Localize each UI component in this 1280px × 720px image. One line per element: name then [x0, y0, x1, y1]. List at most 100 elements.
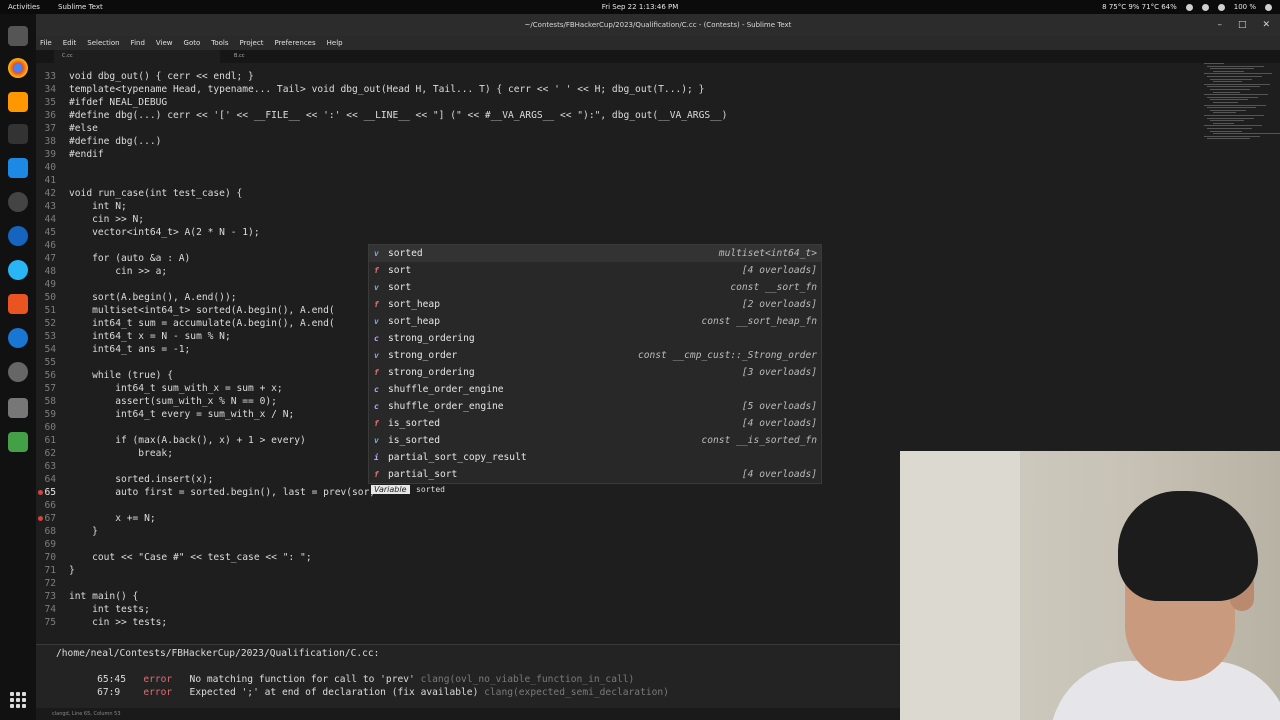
line-number[interactable]: 48 — [36, 265, 56, 278]
line-number[interactable]: 75 — [36, 616, 56, 629]
help-icon[interactable] — [8, 328, 28, 348]
volume-icon[interactable] — [1217, 3, 1225, 11]
line-number[interactable]: 57 — [36, 382, 56, 395]
maximize-icon[interactable]: □ — [1238, 14, 1247, 36]
network-icon[interactable] — [1201, 3, 1209, 11]
code-line[interactable]: cin >> a; — [69, 265, 167, 278]
code-line[interactable]: sort(A.begin(), A.end()); — [69, 291, 236, 304]
code-line[interactable]: sorted.insert(x); — [69, 473, 213, 486]
line-number[interactable]: 70 — [36, 551, 56, 564]
code-line[interactable]: } — [69, 564, 75, 577]
code-line[interactable]: #define dbg(...) — [69, 135, 161, 148]
power-icon[interactable] — [1265, 3, 1272, 11]
line-number[interactable]: 60 — [36, 421, 56, 434]
line-number[interactable]: 72 — [36, 577, 56, 590]
autocomplete-popup[interactable]: v sorted multiset<int64_t> f sort [4 overload… — [368, 244, 822, 484]
obs-icon[interactable] — [8, 362, 28, 382]
autocomplete-item[interactable]: f sort_heap [2 overloads] — [369, 296, 821, 313]
line-number[interactable]: 33 — [36, 70, 56, 83]
autocomplete-item[interactable]: f sort [4 overloads] — [369, 262, 821, 279]
line-number[interactable]: 74 — [36, 603, 56, 616]
line-number[interactable]: 36 — [36, 109, 56, 122]
code-line[interactable]: for (auto &a : A) — [69, 252, 190, 265]
line-number[interactable]: 56 — [36, 369, 56, 382]
chrome-tray-icon[interactable] — [1185, 3, 1193, 11]
menu-project[interactable]: Project — [240, 36, 264, 50]
vscode-icon[interactable] — [8, 158, 28, 178]
menu-preferences[interactable]: Preferences — [274, 36, 315, 50]
line-number[interactable]: 39 — [36, 148, 56, 161]
line-number[interactable]: 49 — [36, 278, 56, 291]
line-number[interactable]: 42 — [36, 187, 56, 200]
line-number[interactable]: 40 — [36, 161, 56, 174]
autocomplete-item[interactable]: v strong_order const __cmp_cust::_Strong_o… — [369, 347, 821, 364]
tab-b-cc[interactable]: B.cc — [226, 50, 382, 63]
autocomplete-item[interactable]: c strong_ordering — [369, 330, 821, 347]
line-number[interactable]: 46 — [36, 239, 56, 252]
line-number[interactable]: 68 — [36, 525, 56, 538]
line-number[interactable]: 71 — [36, 564, 56, 577]
code-line[interactable]: break; — [69, 447, 173, 460]
autocomplete-item[interactable]: v is_sorted const __is_sorted_fn — [369, 432, 821, 449]
minimap[interactable] — [1200, 63, 1280, 143]
line-number[interactable]: 44 — [36, 213, 56, 226]
drive-icon[interactable] — [8, 398, 28, 418]
code-line[interactable]: int64_t sum = accumulate(A.begin(), A.en… — [69, 317, 335, 330]
clock[interactable]: Fri Sep 22 1:13:46 PM — [0, 0, 1280, 14]
code-line[interactable]: void dbg_out() { cerr << endl; } — [69, 70, 254, 83]
autocomplete-item[interactable]: c shuffle_order_engine — [369, 381, 821, 398]
autocomplete-item[interactable]: i partial_sort_copy_result — [369, 449, 821, 466]
line-number[interactable]: 37 — [36, 122, 56, 135]
trash-icon[interactable] — [8, 432, 28, 452]
code-line[interactable]: int64_t every = sum_with_x / N; — [69, 408, 294, 421]
show-apps-icon[interactable] — [10, 692, 26, 708]
line-number[interactable]: 53 — [36, 330, 56, 343]
code-line[interactable]: auto first = sorted.begin(), last = prev… — [69, 486, 375, 499]
close-icon[interactable]: ✕ — [1262, 14, 1270, 36]
system-tray[interactable]: 8 75°C 9% 71°C 64% 100 % — [1102, 0, 1272, 14]
menu-help[interactable]: Help — [327, 36, 343, 50]
autocomplete-item[interactable]: v sort const __sort_fn — [369, 279, 821, 296]
line-number[interactable]: 35 — [36, 96, 56, 109]
code-line[interactable]: #else — [69, 122, 98, 135]
diagnostics-file[interactable]: /home/neal/Contests/FBHackerCup/2023/Qua… — [56, 647, 379, 660]
line-number[interactable]: 62 — [36, 447, 56, 460]
line-number[interactable]: 47 — [36, 252, 56, 265]
line-number[interactable]: 50 — [36, 291, 56, 304]
browser-icon[interactable] — [8, 226, 28, 246]
menu-find[interactable]: Find — [131, 36, 145, 50]
files-icon[interactable] — [8, 26, 28, 46]
autocomplete-item[interactable]: f partial_sort [4 overloads] — [369, 466, 821, 483]
line-number[interactable]: 51 — [36, 304, 56, 317]
code-line[interactable]: int N; — [69, 200, 127, 213]
code-line[interactable]: } — [69, 525, 98, 538]
code-line[interactable]: int64_t x = N - sum % N; — [69, 330, 231, 343]
line-number[interactable]: 41 — [36, 174, 56, 187]
code-line[interactable]: #endif — [69, 148, 104, 161]
diagnostic-row[interactable]: 67:9 error Expected ';' at end of declar… — [74, 673, 669, 698]
menu-selection[interactable]: Selection — [87, 36, 119, 50]
error-gutter-icon[interactable] — [38, 490, 43, 495]
line-number[interactable]: 54 — [36, 343, 56, 356]
code-line[interactable]: cin >> tests; — [69, 616, 167, 629]
line-number[interactable]: 73 — [36, 590, 56, 603]
code-line[interactable]: vector<int64_t> A(2 * N - 1); — [69, 226, 260, 239]
line-number[interactable]: 55 — [36, 356, 56, 369]
minimize-icon[interactable]: – — [1217, 14, 1222, 36]
code-line[interactable]: cout << "Case #" << test_case << ": "; — [69, 551, 312, 564]
code-line[interactable]: x += N; — [69, 512, 155, 525]
line-number[interactable]: 66 — [36, 499, 56, 512]
code-line[interactable]: int tests; — [69, 603, 150, 616]
error-gutter-icon[interactable] — [38, 516, 43, 521]
autocomplete-item[interactable]: f strong_ordering [3 overloads] — [369, 364, 821, 381]
line-number[interactable]: 59 — [36, 408, 56, 421]
code-line[interactable]: int64_t ans = -1; — [69, 343, 190, 356]
line-number[interactable]: 64 — [36, 473, 56, 486]
line-number[interactable]: 45 — [36, 226, 56, 239]
autocomplete-item[interactable]: v sorted multiset<int64_t> — [369, 245, 821, 262]
code-line[interactable]: void run_case(int test_case) { — [69, 187, 242, 200]
tab-c-cc[interactable]: C.cc — [54, 50, 220, 63]
code-line[interactable]: if (max(A.back(), x) + 1 > every) — [69, 434, 306, 447]
code-line[interactable]: #ifdef NEAL_DEBUG — [69, 96, 167, 109]
app-center-icon[interactable] — [8, 294, 28, 314]
